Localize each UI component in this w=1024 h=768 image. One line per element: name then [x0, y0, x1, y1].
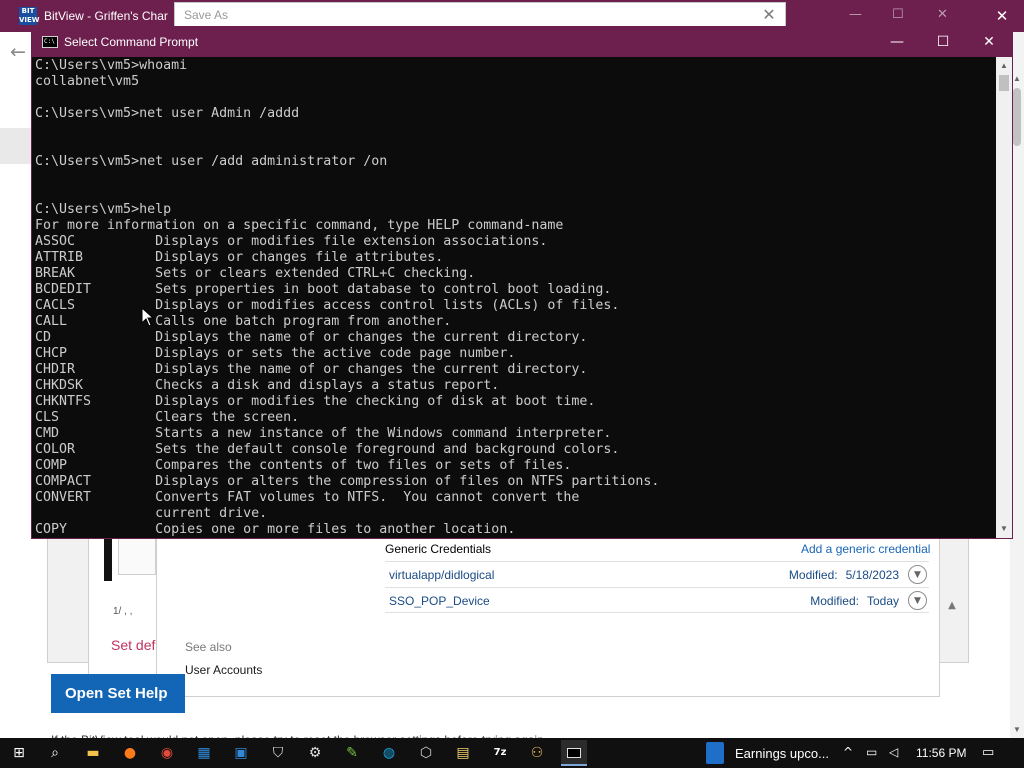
console-line: collabnet\vm5 — [35, 74, 140, 89]
credential-modified: Modified: 5/18/2023 — [781, 568, 899, 582]
users-icon[interactable]: ⚇ — [524, 740, 550, 766]
console-line: CALL Calls one batch program from anothe… — [35, 314, 452, 329]
maximize-button[interactable]: ☐ — [920, 27, 966, 57]
console-line: CHKNTFS Displays or modifies the checkin… — [35, 394, 596, 409]
credential-name: SSO_POP_Device — [389, 594, 490, 608]
tray-chevron-icon[interactable]: ^ — [843, 745, 853, 759]
set-default-link[interactable]: Set def — [111, 637, 156, 654]
windows-start-icon[interactable]: ⊞ — [6, 740, 32, 766]
console-scroll-down-icon[interactable]: ▼ — [996, 522, 1012, 536]
credential-row[interactable]: virtualapp/didlogical Modified: 5/18/2023… — [385, 561, 929, 587]
generic-credentials-heading: Generic Credentials — [385, 542, 492, 556]
chrome-icon[interactable]: ◉ — [154, 740, 180, 766]
7zip-icon[interactable]: 7z — [487, 740, 513, 766]
console-scroll-up-icon[interactable]: ▲ — [996, 59, 1012, 73]
console-scrollbar[interactable] — [996, 57, 1012, 538]
mouse-cursor-icon — [141, 307, 155, 327]
shield-icon[interactable]: ⛉ — [265, 740, 291, 766]
console-line: CHKDSK Checks a disk and displays a stat… — [35, 378, 500, 393]
bitview-app-icon: BIT VIEW — [19, 7, 40, 25]
console-line: ASSOC Displays or modifies file extensio… — [35, 234, 548, 249]
search-icon[interactable]: ⌕ — [42, 740, 68, 766]
credential-name: virtualapp/didlogical — [389, 568, 495, 582]
taskbar: ⊞ ⌕ ▬ ● ◉ ▦ ▣ ⛉ ⚙ ✎ ◍ ⬡ ▤ 7z ⚇ Earnings … — [0, 738, 1024, 768]
command-prompt-taskbar-icon[interactable] — [561, 740, 587, 766]
minimize-button[interactable]: — — [874, 27, 920, 57]
expand-chevron-icon[interactable]: ▼ — [908, 565, 927, 584]
app-icon[interactable]: ▣ — [228, 740, 254, 766]
console-line: BREAK Sets or clears extended CTRL+C che… — [35, 266, 476, 281]
collapse-chevron-icon[interactable]: ▲ — [944, 598, 960, 614]
modified-label: Modified: — [810, 594, 859, 608]
close-button[interactable]: ✕ — [966, 27, 1012, 57]
command-prompt-icon: C:\ — [42, 36, 58, 48]
console-line: CHDIR Displays the name of or changes th… — [35, 362, 588, 377]
add-generic-credential-link[interactable]: Add a generic credential — [801, 542, 930, 556]
background-scroll-thumb[interactable] — [1013, 88, 1021, 146]
clock[interactable]: 11:56 PM — [916, 746, 966, 760]
credential-modified: Modified: Today — [802, 594, 899, 608]
volume-muted-icon[interactable]: ◁ — [889, 745, 898, 759]
maximize-icon[interactable]: ☐ — [892, 7, 904, 22]
command-prompt-title: Select Command Prompt — [64, 35, 199, 49]
close-icon[interactable]: ✕ — [937, 7, 948, 22]
console-scroll-thumb[interactable] — [999, 75, 1009, 91]
partial-date-text: 1/ , , — [113, 606, 133, 617]
console-line: For more information on a specific comma… — [35, 218, 564, 233]
app-icon[interactable]: ▦ — [191, 740, 217, 766]
notification-icon[interactable]: ▭ — [982, 745, 1000, 761]
save-as-close-icon[interactable]: ✕ — [758, 5, 780, 25]
expand-chevron-icon[interactable]: ▼ — [908, 591, 927, 610]
console-line: CMD Starts a new instance of the Windows… — [35, 426, 612, 441]
console-line: CLS Clears the screen. — [35, 410, 300, 425]
save-as-title: Save As — [184, 8, 229, 22]
console-line: BCDEDIT Sets properties in boot database… — [35, 282, 612, 297]
console-line: C:\Users\vm5>whoami — [35, 58, 188, 73]
network-icon[interactable]: ▭ — [866, 745, 877, 759]
background-window-title[interactable]: BitView - Griffen's Chart — [44, 9, 168, 25]
console-line: C:\Users\vm5>help — [35, 202, 172, 217]
firefox-icon[interactable]: ● — [117, 740, 143, 766]
background-sidebar-highlight — [0, 128, 34, 164]
command-prompt-titlebar[interactable]: C:\ Select Command Prompt — ☐ ✕ — [32, 27, 1012, 57]
console-line: CD Displays the name of or changes the c… — [35, 330, 588, 345]
console-line: COMP Compares the contents of two files … — [35, 458, 572, 473]
settings-icon[interactable]: ⚙ — [302, 740, 328, 766]
console-output[interactable]: C:\Users\vm5>whoami collabnet\vm5 C:\Users… — [32, 57, 996, 538]
console-line: CONVERT Converts FAT volumes to NTFS. Yo… — [35, 490, 580, 505]
modified-value: 5/18/2023 — [845, 568, 899, 582]
user-accounts-link[interactable]: User Accounts — [185, 663, 262, 677]
credential-row[interactable]: SSO_POP_Device Modified: Today ▼ — [385, 587, 929, 613]
console-line: CACLS Displays or modifies access contro… — [35, 298, 620, 313]
cube-icon[interactable]: ⬡ — [413, 740, 439, 766]
console-line: C:\Users\vm5>net user Admin /addd — [35, 106, 300, 121]
news-icon[interactable] — [706, 742, 724, 764]
console-line: COLOR Sets the default console foregroun… — [35, 442, 620, 457]
console-line: ATTRIB Displays or changes file attribut… — [35, 250, 444, 265]
console-line: COPY Copies one or more files to another… — [35, 522, 516, 537]
see-also-heading: See also — [185, 640, 232, 654]
console-line: C:\Users\vm5>net user /add administrator… — [35, 154, 388, 169]
modified-label: Modified: — [788, 568, 838, 582]
command-prompt-window[interactable]: C:\ Select Command Prompt — ☐ ✕ C:\Users… — [31, 26, 1013, 539]
modified-value: Today — [866, 594, 899, 608]
app-icon[interactable]: ✎ — [339, 740, 365, 766]
console-line: COMPACT Displays or alters the compressi… — [35, 474, 660, 489]
store-icon[interactable]: ▤ — [450, 740, 476, 766]
open-set-help-button[interactable]: Open Set Help — [51, 674, 185, 713]
credential-manager-dark-edge — [104, 537, 112, 581]
console-line: CHCP Displays or sets the active code pa… — [35, 346, 516, 361]
minimize-icon[interactable]: — — [849, 7, 862, 22]
scroll-down-icon[interactable]: ▼ — [1010, 723, 1024, 737]
news-widget-text[interactable]: Earnings upco... — [735, 746, 835, 762]
console-line: current drive. — [35, 506, 268, 521]
edge-icon[interactable]: ◍ — [376, 740, 402, 766]
file-explorer-icon[interactable]: ▬ — [80, 740, 106, 766]
credential-manager-left-panel — [118, 537, 156, 575]
